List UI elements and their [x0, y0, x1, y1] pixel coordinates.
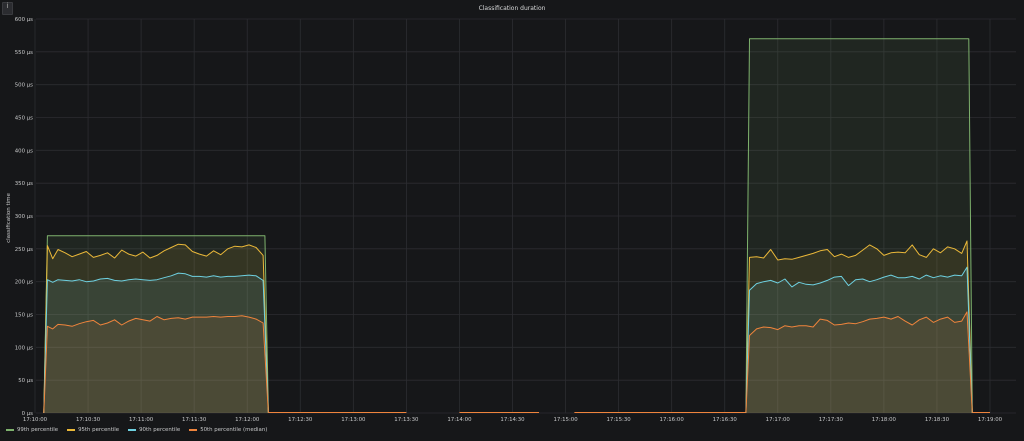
legend-item[interactable]: 90th percentile	[128, 427, 180, 433]
legend-label: 99th percentile	[17, 427, 59, 433]
legend-swatch	[128, 429, 137, 431]
legend-label: 90th percentile	[139, 427, 181, 433]
x-tick-label: 17:18:30	[925, 417, 950, 423]
x-tick-label: 17:10:00	[23, 417, 48, 423]
x-tick-label: 17:10:30	[76, 417, 101, 423]
y-axis: 0 µs50 µs100 µs150 µs200 µs250 µs300 µs3…	[15, 17, 33, 417]
y-tick-label: 300 µs	[15, 214, 33, 220]
y-tick-label: 400 µs	[15, 148, 33, 154]
series-areas	[43, 38, 973, 413]
x-tick-label: 17:14:30	[500, 417, 525, 423]
y-tick-label: 500 µs	[15, 83, 33, 89]
x-tick-label: 17:11:00	[129, 417, 154, 423]
x-tick-label: 17:19:00	[978, 417, 1003, 423]
y-tick-label: 600 µs	[15, 17, 33, 23]
y-axis-label: classification time	[6, 193, 12, 243]
x-tick-label: 17:13:00	[341, 417, 366, 423]
y-tick-label: 100 µs	[15, 345, 33, 351]
y-tick-label: 200 µs	[15, 280, 33, 286]
y-tick-label: 550 µs	[15, 50, 33, 56]
x-tick-label: 17:12:30	[288, 417, 313, 423]
x-tick-label: 17:15:00	[553, 417, 578, 423]
x-tick-label: 17:13:30	[394, 417, 419, 423]
legend-swatch	[189, 429, 198, 431]
legend-item[interactable]: 95th percentile	[67, 427, 119, 433]
legend-swatch	[6, 429, 14, 431]
x-tick-label: 17:11:30	[182, 417, 207, 423]
legend-swatch	[67, 429, 76, 431]
x-tick-label: 17:16:30	[713, 417, 738, 423]
x-tick-label: 17:15:30	[607, 417, 632, 423]
x-tick-label: 17:12:00	[235, 417, 260, 423]
y-tick-label: 450 µs	[15, 116, 33, 122]
chart-area[interactable]: 0 µs50 µs100 µs150 µs200 µs250 µs300 µs3…	[0, 0, 1024, 441]
legend-label: 50th percentile (median)	[200, 427, 268, 433]
y-tick-label: 350 µs	[15, 181, 33, 187]
legend-item[interactable]: 99th percentile	[6, 427, 58, 433]
x-tick-label: 17:18:00	[872, 417, 897, 423]
x-tick-label: 17:17:00	[766, 417, 791, 423]
y-tick-label: 150 µs	[15, 313, 33, 319]
x-tick-label: 17:16:00	[660, 417, 685, 423]
legend: 99th percentile 95th percentile 90th perce…	[6, 427, 267, 433]
x-tick-label: 17:14:00	[447, 417, 472, 423]
legend-label: 95th percentile	[78, 427, 120, 433]
x-axis: 17:10:00 17:10:30 17:11:00 17:11:30 17:12:00…	[23, 417, 1003, 423]
y-tick-label: 50 µs	[18, 378, 33, 384]
series-area	[43, 315, 269, 413]
legend-item[interactable]: 50th percentile (median)	[189, 427, 267, 433]
x-tick-label: 17:17:30	[819, 417, 844, 423]
y-tick-label: 250 µs	[15, 247, 33, 253]
